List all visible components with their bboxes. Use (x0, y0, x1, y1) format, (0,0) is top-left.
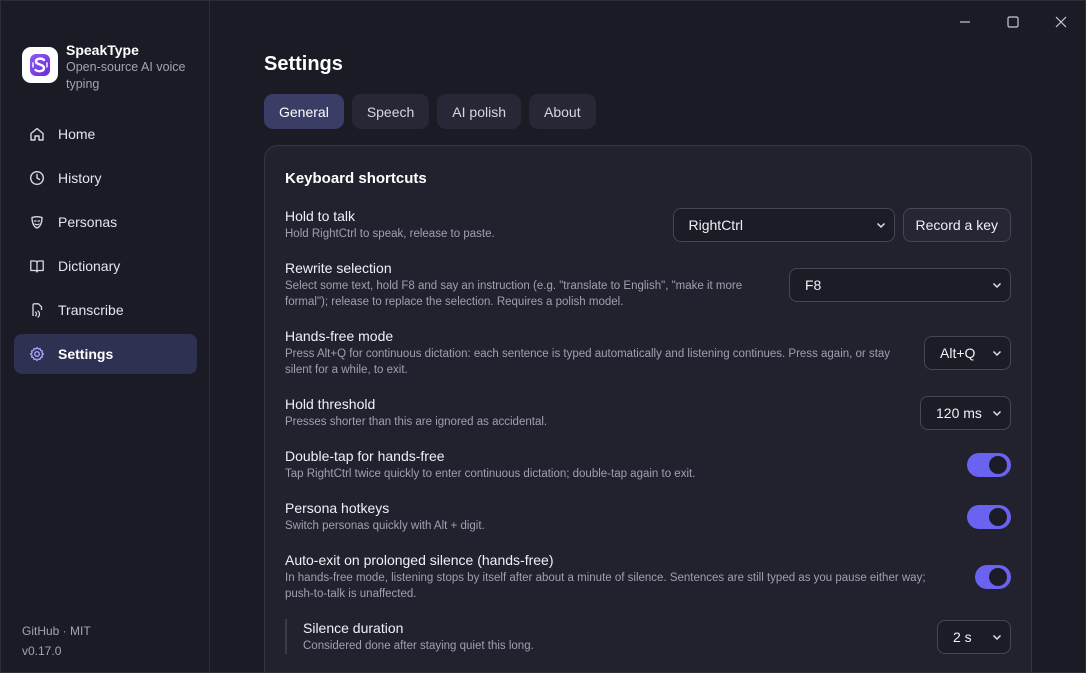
app-tagline: Open-source AI voice typing (66, 60, 186, 91)
hold-threshold-select[interactable]: 120 ms (920, 395, 1011, 430)
app-name: SpeakType (66, 42, 139, 58)
tab-speech[interactable]: Speech (351, 94, 430, 129)
hold-to-talk-row: Hold to talk Hold RightCtrl to speak, re… (285, 207, 1011, 242)
select-value: 120 ms (936, 404, 982, 421)
silence-duration-select[interactable]: 2 s (937, 619, 1011, 654)
close-button[interactable] (1037, 11, 1085, 33)
sub-setting-indent: Silence duration Considered done after s… (285, 619, 937, 654)
toggle-knob (989, 567, 1007, 586)
toggle-knob (989, 507, 1007, 526)
persona-hotkeys-toggle[interactable] (967, 504, 1011, 529)
transcribe-file-icon (29, 302, 45, 318)
setting-label: Hands-free mode (285, 328, 394, 344)
github-license-link[interactable]: GitHub · MIT (22, 621, 91, 641)
setting-description: Tap RightCtrl twice quickly to enter con… (285, 468, 696, 480)
app-version: v0.17.0 (22, 644, 62, 658)
app-window: SpeakType Open-source AI voice typing Ho… (0, 0, 1086, 673)
setting-label: Hold threshold (285, 396, 376, 412)
chevron-down-icon (876, 222, 885, 228)
gear-icon (29, 346, 45, 362)
setting-description: Select some text, hold F8 and say an ins… (285, 280, 743, 308)
sidebar-item-settings[interactable]: Settings (14, 334, 197, 374)
settings-tabs: General Speech AI polish About (264, 94, 604, 129)
persona-mask-icon (29, 214, 45, 230)
sidebar-item-dictionary[interactable]: Dictionary (14, 246, 197, 286)
auto-exit-toggle[interactable] (975, 564, 1011, 589)
sidebar-item-history[interactable]: History (14, 158, 197, 198)
chevron-down-icon (992, 282, 1002, 288)
rewrite-selection-key-select[interactable]: F8 (789, 267, 1011, 302)
setting-label: Persona hotkeys (285, 500, 390, 516)
app-logo-icon (22, 47, 58, 83)
tab-general[interactable]: General (264, 94, 344, 129)
setting-label: Auto-exit on prolonged silence (hands-fr… (285, 552, 554, 568)
sidebar-item-label: History (58, 170, 102, 186)
close-icon (1055, 16, 1067, 28)
tab-about[interactable]: About (529, 94, 596, 129)
sidebar-footer: GitHub · MIT v0.17.0 (22, 621, 91, 661)
hold-threshold-row: Hold threshold Presses shorter than this… (285, 395, 1011, 430)
keyboard-shortcuts-card: Keyboard shortcuts Hold to talk Hold Rig… (264, 145, 1032, 672)
double-tap-toggle[interactable] (967, 452, 1011, 477)
setting-description: Considered done after staying quiet this… (303, 640, 534, 652)
setting-description: In hands-free mode, listening stops by i… (285, 572, 926, 600)
maximize-button[interactable] (989, 11, 1037, 33)
select-value: F8 (805, 276, 822, 293)
hands-free-key-select[interactable]: Alt+Q (924, 335, 1011, 370)
select-value: 2 s (953, 628, 972, 645)
setting-description: Presses shorter than this are ignored as… (285, 416, 548, 428)
setting-description: Switch personas quickly with Alt + digit… (285, 520, 485, 532)
tab-ai-polish[interactable]: AI polish (437, 94, 521, 129)
clock-icon (29, 170, 45, 186)
sidebar: SpeakType Open-source AI voice typing Ho… (1, 1, 210, 672)
page-title: Settings (264, 53, 343, 75)
setting-label: Silence duration (303, 620, 404, 636)
silence-duration-row: Silence duration Considered done after s… (285, 619, 1011, 654)
rewrite-selection-row: Rewrite selection Select some text, hold… (285, 259, 1011, 310)
sidebar-item-home[interactable]: Home (14, 114, 197, 154)
home-icon (29, 126, 45, 142)
chevron-down-icon (992, 350, 1002, 356)
select-value: Alt+Q (940, 344, 976, 361)
auto-exit-row: Auto-exit on prolonged silence (hands-fr… (285, 551, 1011, 602)
sidebar-item-label: Transcribe (58, 302, 124, 318)
record-key-button[interactable]: Record a key (902, 207, 1011, 242)
book-icon (29, 258, 45, 274)
sidebar-item-transcribe[interactable]: Transcribe (14, 290, 197, 330)
sidebar-nav: Home History Personas Dictionary Transcr… (14, 114, 197, 378)
brand: SpeakType Open-source AI voice typing (22, 41, 196, 93)
setting-label: Rewrite selection (285, 260, 392, 276)
hands-free-mode-row: Hands-free mode Press Alt+Q for continuo… (285, 327, 1011, 378)
minimize-button[interactable] (941, 11, 989, 33)
setting-label: Double-tap for hands-free (285, 448, 445, 464)
sidebar-item-label: Personas (58, 214, 118, 230)
hold-to-talk-key-select[interactable]: RightCtrl (672, 207, 895, 242)
setting-label: Hold to talk (285, 208, 356, 224)
setting-description: Press Alt+Q for continuous dictation: ea… (285, 348, 891, 376)
chevron-down-icon (992, 410, 1002, 416)
sidebar-item-personas[interactable]: Personas (14, 202, 197, 242)
persona-hotkeys-row: Persona hotkeys Switch personas quickly … (285, 499, 1011, 534)
setting-description: Hold RightCtrl to speak, release to past… (285, 228, 495, 240)
window-controls (941, 11, 1085, 33)
minimize-icon (960, 21, 970, 23)
toggle-knob (989, 455, 1007, 474)
select-value: RightCtrl (688, 216, 743, 233)
sidebar-item-label: Dictionary (58, 258, 121, 274)
double-tap-row: Double-tap for hands-free Tap RightCtrl … (285, 447, 1011, 482)
sidebar-item-label: Home (58, 126, 96, 142)
sidebar-item-label: Settings (58, 346, 114, 362)
section-title: Keyboard shortcuts (285, 170, 427, 187)
maximize-icon (1007, 16, 1019, 28)
chevron-down-icon (992, 634, 1002, 640)
